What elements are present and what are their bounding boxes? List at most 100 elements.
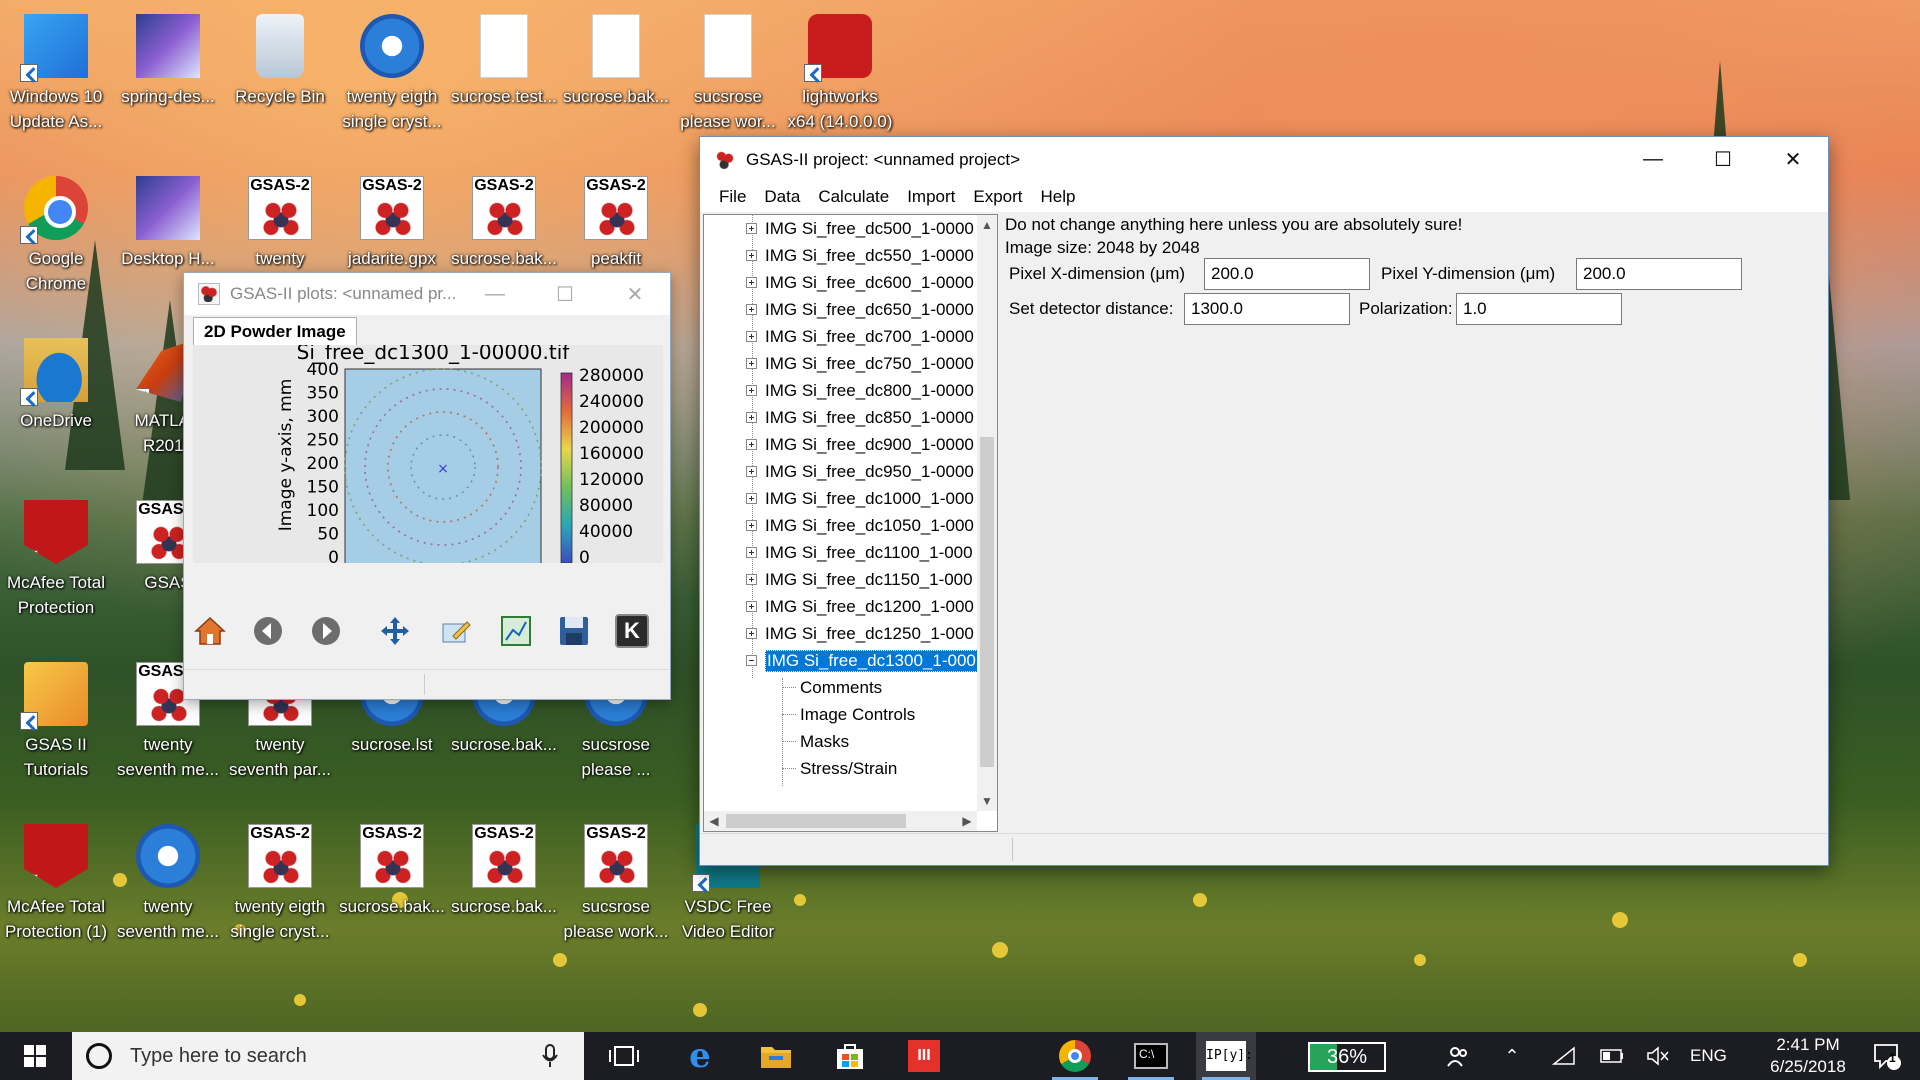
store-icon[interactable] xyxy=(822,1032,878,1080)
expand-plus-icon[interactable] xyxy=(746,358,757,369)
tree-child-item[interactable]: Stress/Strain xyxy=(704,755,977,782)
tab-2d-powder-image[interactable]: 2D Powder Image xyxy=(193,317,357,345)
battery-indicator[interactable]: 36% xyxy=(1308,1042,1386,1072)
expand-plus-icon[interactable] xyxy=(746,277,757,288)
desktop-icon[interactable]: Desktop H... xyxy=(112,170,224,271)
tree-vertical-scroll-thumb[interactable] xyxy=(980,437,994,767)
tree-item[interactable]: IMG Si_free_dc1200_1-000 xyxy=(704,593,977,620)
menu-help[interactable]: Help xyxy=(1032,187,1085,207)
forward-icon[interactable] xyxy=(309,614,343,648)
battery-tray-icon[interactable] xyxy=(1592,1032,1632,1080)
tree-item[interactable]: IMG Si_free_dc850_1-0000 xyxy=(704,404,977,431)
edit-icon[interactable] xyxy=(439,614,473,648)
desktop-icon[interactable]: GSAS-2 twenty eigth single cryst... xyxy=(224,818,336,944)
terminal-icon[interactable]: C:\ xyxy=(1122,1032,1180,1080)
action-center-icon[interactable]: 1 xyxy=(1862,1032,1912,1080)
menu-export[interactable]: Export xyxy=(964,187,1031,207)
pixel-y-input[interactable]: 200.0 xyxy=(1576,258,1742,290)
tree-item[interactable]: IMG Si_free_dc650_1-0000 xyxy=(704,296,977,323)
volume-muted-icon[interactable] xyxy=(1638,1032,1678,1080)
desktop-icon[interactable]: GSAS-2 peakfit xyxy=(560,170,672,271)
pan-icon[interactable] xyxy=(378,614,412,648)
collapse-minus-icon[interactable] xyxy=(746,655,757,666)
expand-plus-icon[interactable] xyxy=(746,304,757,315)
tree-item[interactable]: IMG Si_free_dc900_1-0000 xyxy=(704,431,977,458)
desktop-icon[interactable]: GSAS-2 jadarite.gpx xyxy=(336,170,448,271)
tree-item[interactable]: IMG Si_free_dc1100_1-000 xyxy=(704,539,977,566)
desktop-icon[interactable]: Recycle Bin xyxy=(224,8,336,109)
scroll-left-icon[interactable]: ◀ xyxy=(704,811,724,831)
desktop-icon[interactable]: OneDrive xyxy=(0,332,112,433)
tree-item[interactable]: IMG Si_free_dc950_1-0000 xyxy=(704,458,977,485)
file-explorer-icon[interactable] xyxy=(748,1032,804,1080)
plot-canvas[interactable]: Si_free_dc1300_1-00000.tif Image y-axis,… xyxy=(193,340,663,585)
menu-calculate[interactable]: Calculate xyxy=(809,187,898,207)
people-icon[interactable] xyxy=(1438,1032,1478,1080)
expand-plus-icon[interactable] xyxy=(746,493,757,504)
chrome-taskbar-icon[interactable] xyxy=(1046,1032,1104,1080)
desktop-icon[interactable]: sucsrose please wor... xyxy=(672,8,784,134)
menu-import[interactable]: Import xyxy=(898,187,964,207)
expand-plus-icon[interactable] xyxy=(746,439,757,450)
polarization-input[interactable]: 1.0 xyxy=(1456,293,1622,325)
tree-item[interactable]: IMG Si_free_dc1150_1-000 xyxy=(704,566,977,593)
scroll-right-icon[interactable]: ▶ xyxy=(957,811,977,831)
powder-image-plot[interactable]: Si_free_dc1300_1-00000.tif Image y-axis,… xyxy=(193,340,663,585)
expand-plus-icon[interactable] xyxy=(746,331,757,342)
microphone-icon[interactable] xyxy=(542,1044,558,1068)
desktop-icon[interactable]: spring-des... xyxy=(112,8,224,109)
tree-item[interactable]: IMG Si_free_dc600_1-0000 xyxy=(704,269,977,296)
close-icon[interactable]: ✕ xyxy=(600,273,670,315)
desktop-icon[interactable]: GSAS-2 sucrose.bak... xyxy=(448,170,560,271)
menu-file[interactable]: File xyxy=(710,187,755,207)
desktop-icon[interactable]: McAfee Total Protection xyxy=(0,494,112,620)
expand-plus-icon[interactable] xyxy=(746,412,757,423)
plots-titlebar[interactable]: GSAS-II plots: <unnamed pr... — ☐ ✕ xyxy=(184,273,670,315)
tree-item-selected[interactable]: IMG Si_free_dc1300_1-000 xyxy=(704,647,977,674)
scroll-up-icon[interactable]: ▲ xyxy=(977,215,997,235)
tree-horizontal-scrollbar[interactable]: ◀ ▶ xyxy=(704,811,977,831)
desktop-icon[interactable]: GSAS-2 sucsrose please work... xyxy=(560,818,672,944)
main-titlebar[interactable]: GSAS-II project: <unnamed project> — ☐ ✕ xyxy=(700,137,1828,182)
task-view-icon[interactable] xyxy=(596,1032,652,1080)
tree-item[interactable]: IMG Si_free_dc500_1-0000 xyxy=(704,215,977,242)
tree-item[interactable]: IMG Si_free_dc1000_1-000 xyxy=(704,485,977,512)
key-icon[interactable]: K xyxy=(615,614,649,648)
ipython-icon[interactable]: IP[y]: xyxy=(1196,1032,1256,1080)
back-icon[interactable] xyxy=(251,614,285,648)
tree-item[interactable]: IMG Si_free_dc700_1-0000 xyxy=(704,323,977,350)
desktop-icon[interactable]: GSAS-2 twenty xyxy=(224,170,336,271)
tree-child-item[interactable]: Comments xyxy=(704,674,977,701)
wifi-icon[interactable] xyxy=(1544,1032,1584,1080)
expand-plus-icon[interactable] xyxy=(746,223,757,234)
tree-item[interactable]: IMG Si_free_dc750_1-0000 xyxy=(704,350,977,377)
desktop-icon[interactable]: GSAS-2 sucrose.bak... xyxy=(448,818,560,919)
desktop-icon[interactable]: twenty seventh me... xyxy=(112,818,224,944)
detector-distance-input[interactable]: 1300.0 xyxy=(1184,293,1350,325)
chevron-up-icon[interactable]: ⌃ xyxy=(1492,1032,1532,1080)
expand-plus-icon[interactable] xyxy=(746,601,757,612)
app-red-icon[interactable]: III xyxy=(896,1032,952,1080)
tree-item[interactable]: IMG Si_free_dc1250_1-000 xyxy=(704,620,977,647)
desktop-icon[interactable]: Google Chrome xyxy=(0,170,112,296)
minimize-icon[interactable]: — xyxy=(460,273,530,315)
clock[interactable]: 2:41 PM 6/25/2018 xyxy=(1748,1032,1868,1080)
minimize-icon[interactable]: — xyxy=(1618,137,1688,182)
tree-horizontal-scroll-thumb[interactable] xyxy=(726,814,906,828)
expand-plus-icon[interactable] xyxy=(746,250,757,261)
tree-child-item[interactable]: Image Controls xyxy=(704,701,977,728)
desktop-icon[interactable]: twenty eigth single cryst... xyxy=(336,8,448,134)
desktop-icon[interactable]: lightworks x64 (14.0.0.0) xyxy=(784,8,896,134)
expand-plus-icon[interactable] xyxy=(746,574,757,585)
desktop-icon[interactable]: Windows 10 Update As... xyxy=(0,8,112,134)
language-indicator[interactable]: ENG xyxy=(1690,1032,1727,1080)
tree-item[interactable]: IMG Si_free_dc1050_1-000 xyxy=(704,512,977,539)
expand-plus-icon[interactable] xyxy=(746,520,757,531)
desktop-icon[interactable]: McAfee Total Protection (1) xyxy=(0,818,112,944)
expand-plus-icon[interactable] xyxy=(746,628,757,639)
start-button[interactable] xyxy=(0,1032,70,1080)
menu-data[interactable]: Data xyxy=(755,187,809,207)
desktop-icon[interactable]: sucrose.bak... xyxy=(560,8,672,109)
close-icon[interactable]: ✕ xyxy=(1758,137,1828,182)
desktop-icon[interactable]: GSAS-2 sucrose.bak... xyxy=(336,818,448,919)
